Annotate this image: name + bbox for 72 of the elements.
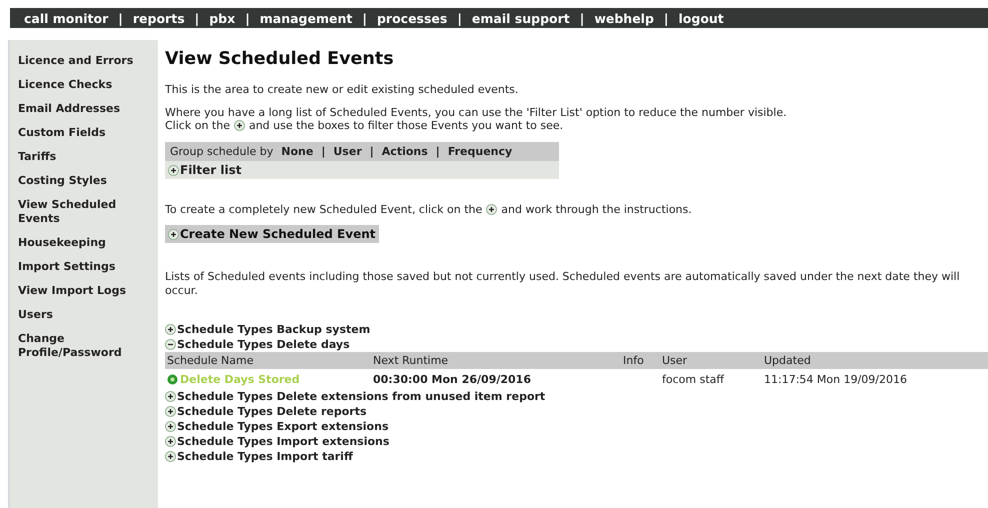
column-header: Schedule Name: [167, 354, 254, 367]
hint-text: and work through the instructions.: [501, 203, 692, 216]
group-by-option[interactable]: None: [281, 145, 314, 158]
option-separator: |: [321, 145, 326, 158]
expand-icon[interactable]: [165, 324, 176, 335]
sidebar-item[interactable]: Tariffs: [18, 150, 148, 164]
nav-link[interactable]: reports: [132, 10, 185, 26]
collapse-icon[interactable]: [165, 339, 176, 350]
column-header: Updated: [764, 354, 812, 367]
sidebar-item[interactable]: Housekeeping: [18, 236, 148, 250]
hint-text: Click on the: [165, 119, 230, 132]
nav-link[interactable]: processes: [376, 10, 448, 26]
nav-link[interactable]: call monitor: [24, 10, 108, 26]
schedule-group-header[interactable]: Schedule Types Import extensions: [165, 434, 988, 449]
group-by-option[interactable]: Frequency: [448, 145, 512, 158]
nav-link[interactable]: pbx: [209, 10, 236, 26]
hint-text: To create a completely new Scheduled Event, click on the: [165, 203, 482, 216]
nav-separator: |: [362, 10, 367, 26]
sidebar-item[interactable]: Costing Styles: [18, 174, 148, 188]
sidebar-item[interactable]: Licence Checks: [18, 78, 148, 92]
sidebar-item[interactable]: Change Profile/Password: [18, 332, 148, 360]
expand-icon[interactable]: [165, 421, 176, 432]
sidebar-item[interactable]: Users: [18, 308, 148, 322]
sidebar-item[interactable]: Licence and Errors: [18, 54, 148, 68]
sidebar-item[interactable]: View Scheduled Events: [18, 198, 148, 226]
schedule-group-header[interactable]: Schedule Types Delete days: [165, 337, 988, 352]
nav-link[interactable]: email support: [472, 10, 570, 26]
list-note-text: Lists of Scheduled events including those saved but not currently used. Scheduled events are automatically saved under the next date they will occur.: [165, 270, 961, 298]
nav-separator: |: [457, 10, 462, 26]
schedule-group-header[interactable]: Schedule Types Delete extensions from unused item report: [165, 389, 988, 404]
status-dot-icon: [167, 374, 178, 384]
table-cell-text: 00:30:00 Mon 26/09/2016: [373, 372, 532, 386]
option-separator: |: [370, 145, 374, 158]
nav-separator: |: [194, 10, 200, 26]
schedule-group-header[interactable]: Schedule Types Delete reports: [165, 404, 988, 419]
filter-hint-text: Where you have a long list of Scheduled Events, you can use the 'Filter List' option to reduce the number visible.: [165, 106, 788, 119]
expand-icon[interactable]: [486, 204, 498, 215]
nav-separator: |: [664, 10, 668, 26]
column-header: User: [662, 354, 688, 367]
nav-link[interactable]: management: [260, 10, 352, 26]
column-header: Info: [623, 354, 645, 367]
sidebar-item[interactable]: Import Settings: [18, 260, 148, 274]
group-by-option[interactable]: Actions: [382, 145, 428, 158]
expand-icon[interactable]: [234, 120, 245, 131]
nav-separator: |: [245, 10, 250, 26]
expand-icon[interactable]: [165, 391, 176, 402]
nav-separator: |: [580, 10, 584, 26]
schedule-group-header[interactable]: Schedule Types Import tariff: [165, 449, 988, 464]
nav-link[interactable]: webhelp: [594, 10, 654, 26]
expand-icon[interactable]: [165, 436, 176, 447]
hint-text: and use the boxes to filter those Events you want to see.: [248, 119, 564, 132]
create-event-button[interactable]: Create New Scheduled Event: [165, 225, 378, 243]
table-cell-text: 11:17:54 Mon 19/09/2016: [764, 372, 908, 386]
table-cell-text: focom staff: [662, 372, 726, 386]
sidebar-item[interactable]: Custom Fields: [18, 126, 148, 140]
expand-icon[interactable]: [168, 228, 179, 240]
expand-icon[interactable]: [165, 406, 176, 417]
filter-list-toggle[interactable]: Filter list: [165, 161, 559, 179]
column-header: Next Runtime: [373, 354, 450, 367]
schedule-group-header[interactable]: Schedule Types Backup system: [165, 322, 988, 337]
sidebar-item[interactable]: Email Addresses: [18, 102, 148, 116]
page-title: View Scheduled Events: [165, 49, 395, 69]
expand-icon[interactable]: [168, 164, 179, 176]
group-by-label: Group schedule by: [170, 145, 274, 158]
schedule-group-header[interactable]: Schedule Types Export extensions: [165, 419, 988, 434]
nav-separator: |: [118, 10, 123, 26]
intro-text: This is the area to create new or edit existing scheduled events.: [165, 83, 520, 96]
nav-link[interactable]: logout: [678, 10, 724, 26]
expand-icon[interactable]: [165, 451, 176, 462]
option-separator: |: [436, 145, 440, 158]
group-by-option[interactable]: User: [333, 145, 362, 158]
sidebar-item[interactable]: View Import Logs: [18, 284, 148, 298]
